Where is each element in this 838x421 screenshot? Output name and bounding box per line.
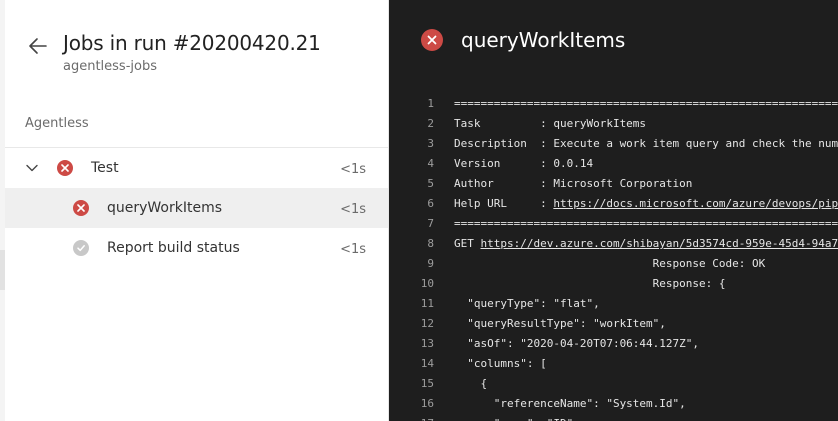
line-number: 1 xyxy=(427,97,434,110)
line-number: 6 xyxy=(427,197,434,210)
log-link[interactable]: https://dev.azure.com/shibayan/5d3574cd-… xyxy=(481,237,838,250)
log-line: 6 Help URL : https://docs.microsoft.com/a… xyxy=(389,194,838,214)
line-number: 4 xyxy=(427,157,434,170)
log-line: 9 Response Code: OK xyxy=(389,254,838,274)
line-text-segment: "name": "ID", xyxy=(454,417,580,421)
line-text-segment: ========================================… xyxy=(454,97,838,110)
log-line: 2 Task : queryWorkItems xyxy=(389,114,838,134)
log-link[interactable]: https://docs.microsoft.com/azure/devops/… xyxy=(553,197,838,210)
log-output[interactable]: 1 =======================================… xyxy=(389,94,838,421)
line-number: 10 xyxy=(420,277,434,290)
page-subtitle: agentless-jobs xyxy=(63,59,157,74)
line-text: Help URL : https://docs.microsoft.com/az… xyxy=(454,194,838,214)
line-text-segment: GET xyxy=(454,237,481,250)
log-line: 16 "referenceName": "System.Id", xyxy=(389,394,838,414)
log-line: 15 { xyxy=(389,374,838,394)
line-number: 11 xyxy=(420,297,434,310)
log-line: 8 GET https://dev.azure.com/shibayan/5d35… xyxy=(389,234,838,254)
log-line: 10 Response: { xyxy=(389,274,838,294)
job-duration: <1s xyxy=(340,242,366,257)
log-panel: queryWorkItems 1 ========================… xyxy=(389,0,838,421)
job-row-test[interactable]: Test <1s xyxy=(5,148,388,188)
back-button[interactable] xyxy=(26,34,50,58)
line-text-segment: Response: { xyxy=(454,277,726,290)
line-text: "queryType": "flat", xyxy=(454,294,600,314)
line-text: Description : Execute a work item query … xyxy=(454,134,838,154)
line-text: Task : queryWorkItems xyxy=(454,114,646,134)
page-title: Jobs in run #20200420.21 xyxy=(63,31,321,55)
line-number: 3 xyxy=(427,137,434,150)
line-text: ========================================… xyxy=(454,94,838,114)
job-duration: <1s xyxy=(340,202,366,217)
line-text-segment: Help URL : xyxy=(454,197,554,210)
job-name: Test xyxy=(91,160,119,176)
line-number: 7 xyxy=(427,217,434,230)
job-duration: <1s xyxy=(340,162,366,177)
line-number: 13 xyxy=(420,337,434,350)
line-text-segment: Task : queryWorkItems xyxy=(454,117,647,130)
line-text-segment: "queryResultType": "workItem", xyxy=(454,317,666,330)
line-number: 16 xyxy=(420,397,434,410)
job-row-report-build-status[interactable]: Report build status <1s xyxy=(5,228,388,268)
line-text-segment: "queryType": "flat", xyxy=(454,297,600,310)
line-text: "asOf": "2020-04-20T07:06:44.127Z", xyxy=(454,334,699,354)
line-text: Author : Microsoft Corporation xyxy=(454,174,692,194)
line-text-segment: Description : Execute a work item query … xyxy=(454,137,838,150)
line-number: 5 xyxy=(427,177,434,190)
line-text: { xyxy=(454,374,487,394)
log-line: 4 Version : 0.0.14 xyxy=(389,154,838,174)
job-row-queryworkitems[interactable]: queryWorkItems <1s xyxy=(5,188,388,228)
job-name: queryWorkItems xyxy=(107,200,223,216)
line-text: "referenceName": "System.Id", xyxy=(454,394,686,414)
line-number: 15 xyxy=(420,377,434,390)
log-line: 14 "columns": [ xyxy=(389,354,838,374)
line-text: Version : 0.0.14 xyxy=(454,154,593,174)
line-number: 8 xyxy=(427,237,434,250)
line-text-segment: Version : 0.0.14 xyxy=(454,157,594,170)
failed-icon xyxy=(57,160,73,176)
line-text: "queryResultType": "workItem", xyxy=(454,314,666,334)
log-line: 5 Author : Microsoft Corporation xyxy=(389,174,838,194)
log-title: queryWorkItems xyxy=(461,28,626,52)
log-line: 1 =======================================… xyxy=(389,94,838,114)
section-label-agentless: Agentless xyxy=(25,116,89,131)
log-line: 13 "asOf": "2020-04-20T07:06:44.127Z", xyxy=(389,334,838,354)
arrow-left-icon xyxy=(29,38,47,54)
line-text-segment: { xyxy=(454,377,488,390)
log-line: 7 =======================================… xyxy=(389,214,838,234)
line-text: "columns": [ xyxy=(454,354,547,374)
line-text: GET https://dev.azure.com/shibayan/5d357… xyxy=(454,234,838,254)
line-text: "name": "ID", xyxy=(454,414,580,421)
job-name: Report build status xyxy=(107,240,240,256)
line-text-segment: "asOf": "2020-04-20T07:06:44.127Z", xyxy=(454,337,700,350)
line-text-segment: "columns": [ xyxy=(454,357,547,370)
line-text: Response: { xyxy=(454,274,726,294)
jobs-panel: Jobs in run #20200420.21 agentless-jobs … xyxy=(0,0,389,421)
check-icon xyxy=(73,240,89,256)
failed-icon xyxy=(73,200,89,216)
line-text: Response Code: OK xyxy=(454,254,766,274)
line-text-segment: Response Code: OK xyxy=(454,257,766,270)
failed-icon xyxy=(421,29,443,51)
line-text-segment: Author : Microsoft Corporation xyxy=(454,177,693,190)
log-line: 11 "queryType": "flat", xyxy=(389,294,838,314)
log-line: 12 "queryResultType": "workItem", xyxy=(389,314,838,334)
chevron-down-icon[interactable] xyxy=(25,161,39,175)
line-text-segment: "referenceName": "System.Id", xyxy=(454,397,686,410)
line-number: 17 xyxy=(389,414,434,421)
line-text: ========================================… xyxy=(454,214,838,234)
line-text-segment: ========================================… xyxy=(454,217,838,230)
log-line: 17 "name": "ID", xyxy=(389,414,838,421)
line-number: 12 xyxy=(420,317,434,330)
line-number: 9 xyxy=(427,257,434,270)
log-line: 3 Description : Execute a work item query… xyxy=(389,134,838,154)
line-number: 14 xyxy=(420,357,434,370)
line-number: 2 xyxy=(427,117,434,130)
